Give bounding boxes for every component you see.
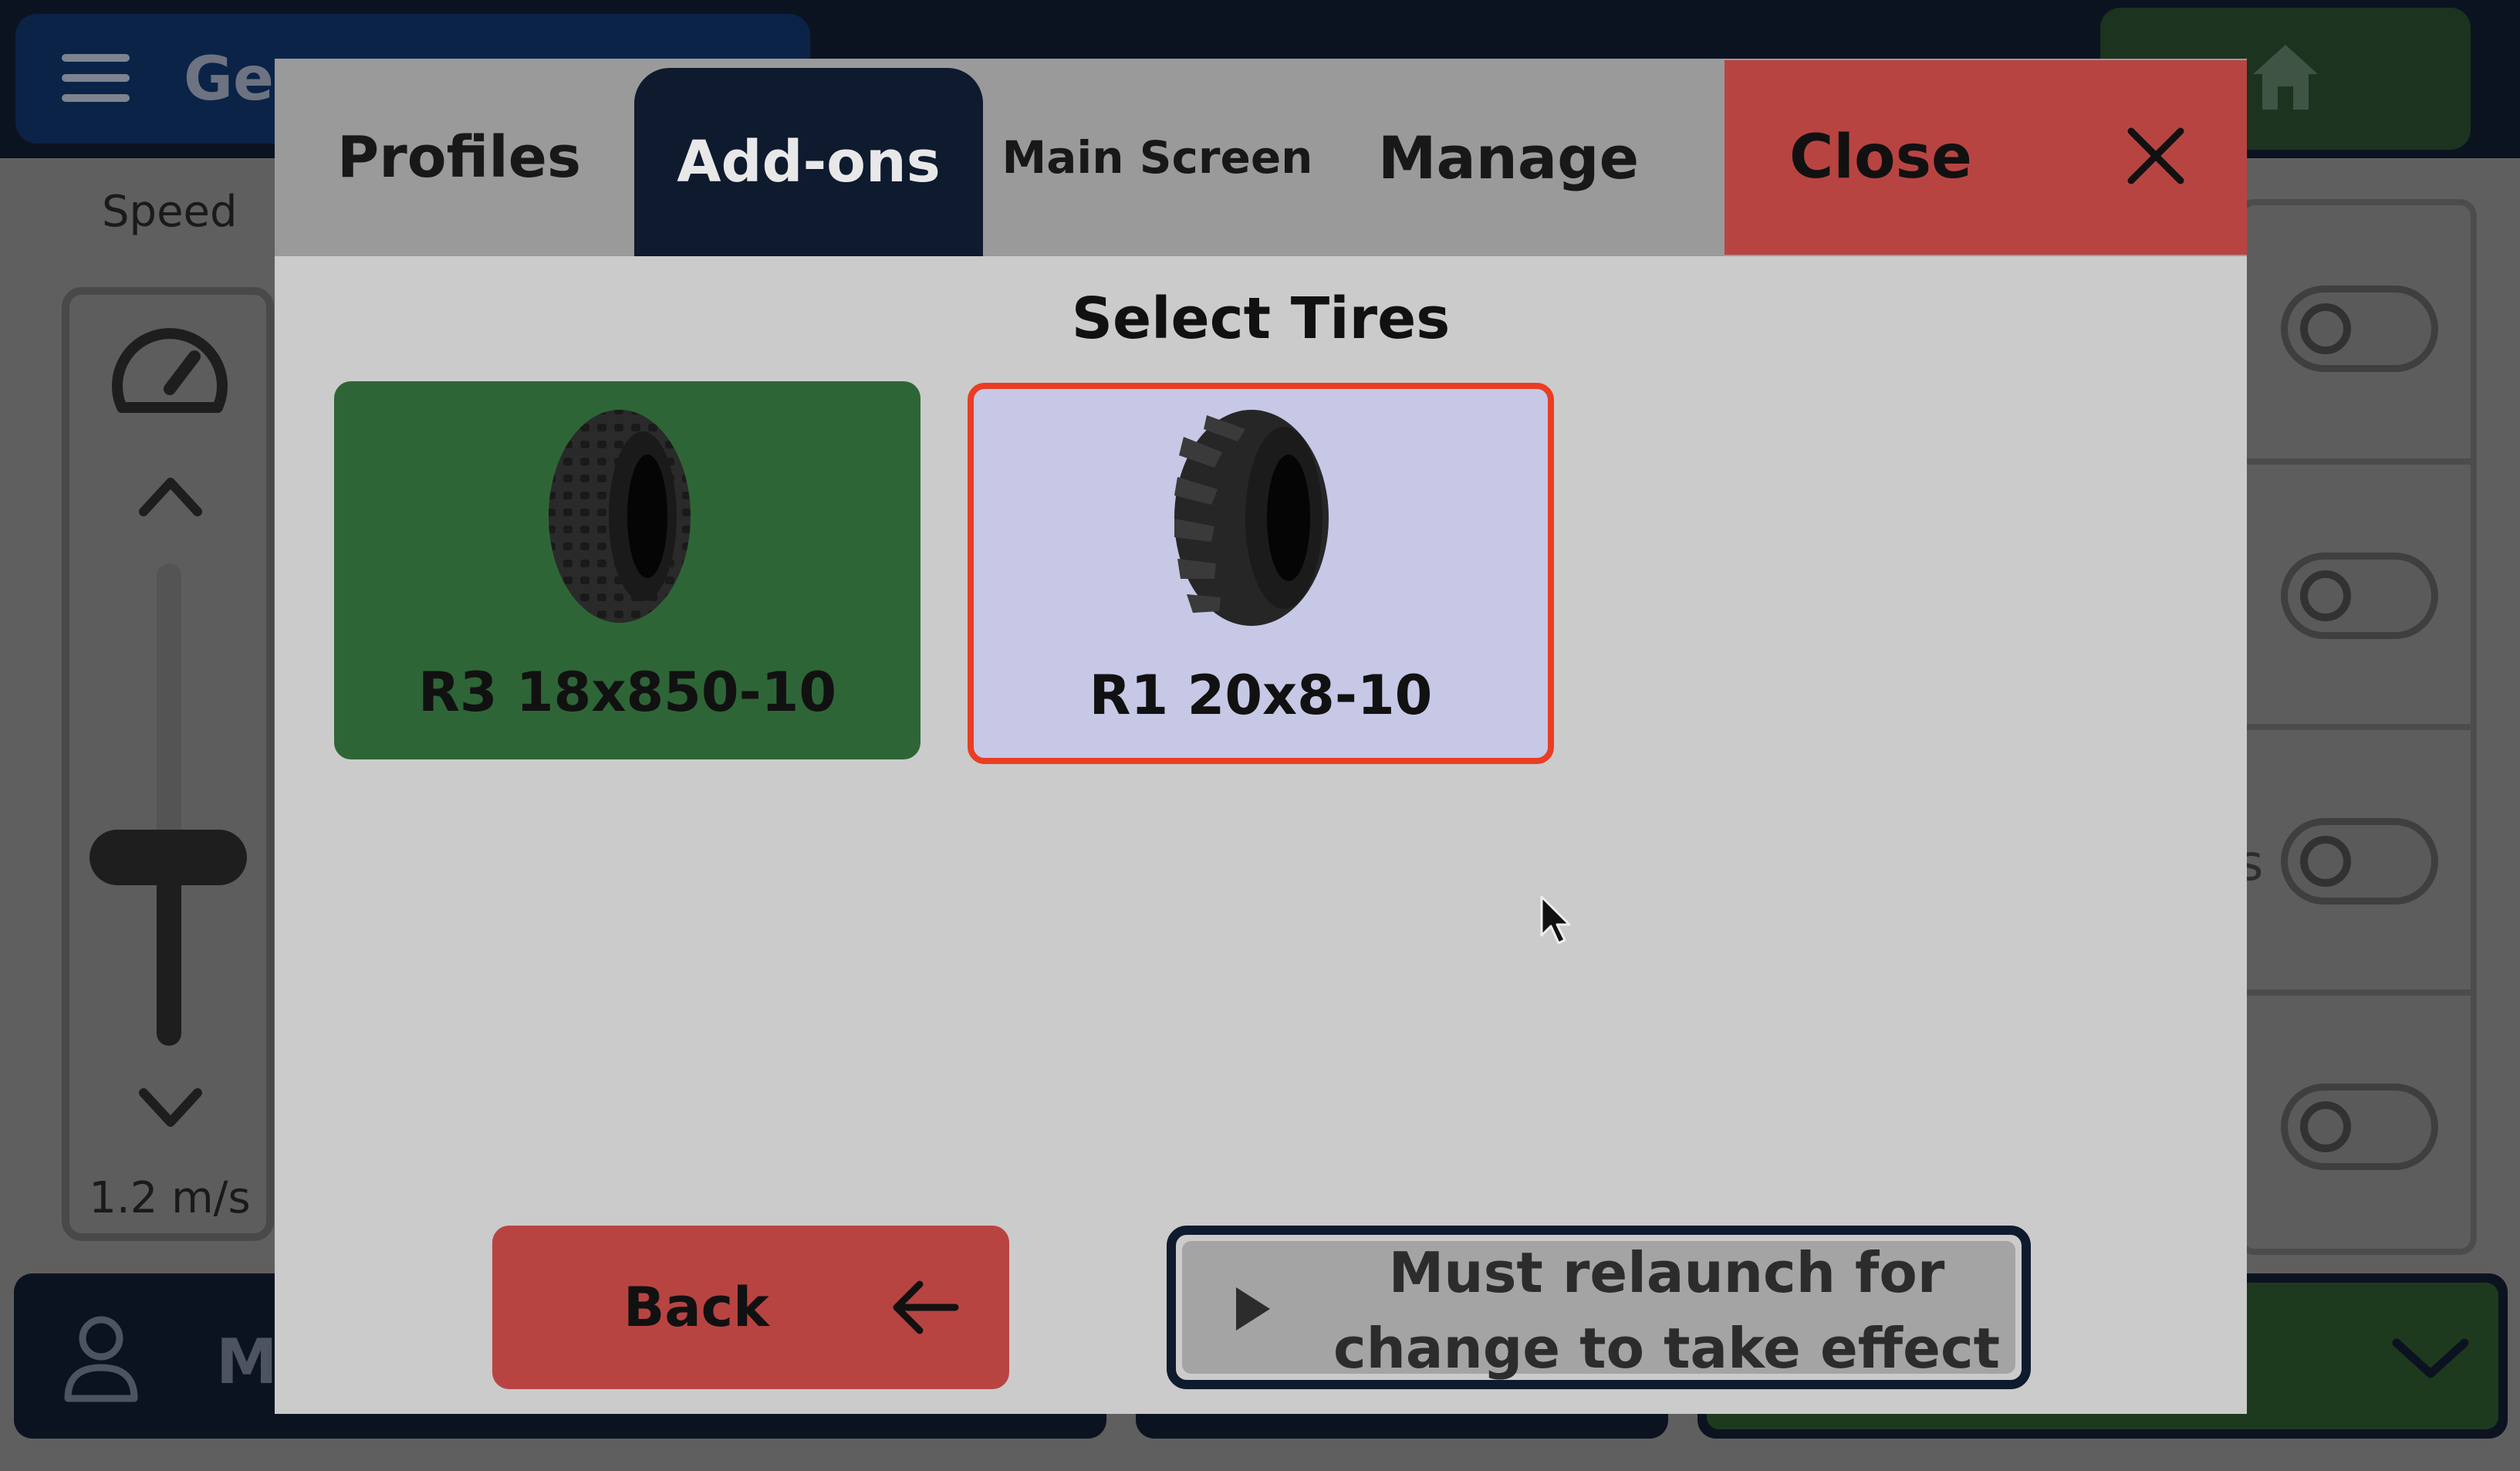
divider xyxy=(2244,724,2471,730)
home-icon xyxy=(2253,45,2318,110)
arrow-left-icon xyxy=(893,1280,959,1334)
divider xyxy=(2244,989,2471,996)
toggle-switch[interactable] xyxy=(2281,818,2438,905)
tab-addons[interactable]: Add-ons xyxy=(634,68,983,256)
tab-profiles[interactable]: Profiles xyxy=(324,59,594,256)
speed-decrease-button[interactable] xyxy=(128,1082,213,1136)
tire-label: R1 20x8-10 xyxy=(1089,664,1433,727)
user-icon xyxy=(64,1316,138,1402)
menu-icon[interactable] xyxy=(62,54,130,102)
tab-main-screen[interactable]: Main Screen xyxy=(1002,59,1313,256)
back-label: Back xyxy=(623,1276,769,1339)
tire-label: R3 18x850-10 xyxy=(417,661,837,724)
section-title: Select Tires xyxy=(1071,286,1451,352)
tab-manage[interactable]: Manage xyxy=(1366,59,1651,256)
tire-icon xyxy=(549,410,691,623)
toggle-switch[interactable] xyxy=(2281,1084,2438,1170)
mouse-cursor-icon xyxy=(1540,895,1571,945)
speed-slider-handle[interactable] xyxy=(90,830,247,885)
tire-option-r3[interactable]: R3 18x850-10 xyxy=(334,381,921,759)
speed-increase-button[interactable] xyxy=(128,467,213,521)
close-label: Close xyxy=(1789,123,1972,192)
play-icon xyxy=(1236,1287,1270,1331)
close-icon xyxy=(2127,127,2184,184)
tire-icon xyxy=(1174,410,1329,626)
speed-label: Speed xyxy=(102,187,238,237)
tire-option-r1-selected[interactable]: R1 20x8-10 xyxy=(968,383,1554,764)
speed-value: 1.2 m/s xyxy=(89,1173,251,1223)
user-bar-label: M xyxy=(216,1326,278,1398)
toggle-switch[interactable] xyxy=(2281,553,2438,639)
chevron-down-icon xyxy=(2392,1338,2469,1378)
toggle-switch[interactable] xyxy=(2281,286,2438,372)
speedometer-icon xyxy=(112,328,228,413)
relaunch-message: Must relaunch for change to take effect xyxy=(1333,1240,2001,1381)
divider xyxy=(2244,458,2471,465)
